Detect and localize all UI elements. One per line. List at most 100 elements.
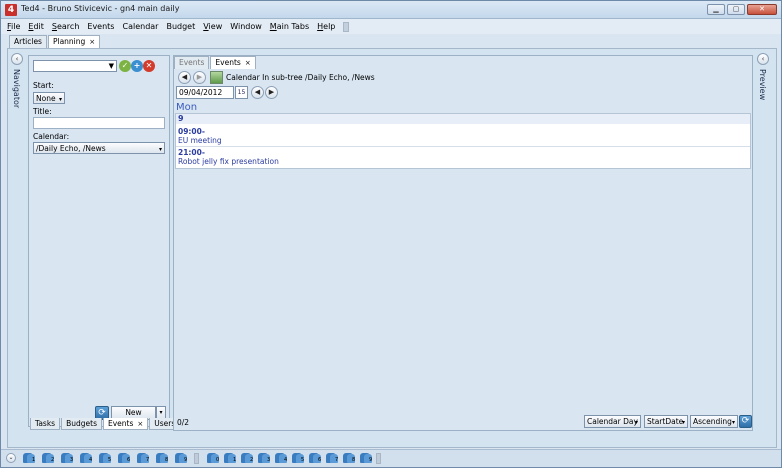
title-input[interactable] xyxy=(33,117,165,129)
event-divider xyxy=(176,146,750,147)
bottom-toolbar: ⌄ 1 2 3 4 5 6 7 8 9 0 1 2 3 4 5 6 7 8 9 xyxy=(1,449,781,467)
apply-icon[interactable]: ✓ xyxy=(119,60,131,72)
toolbar-group-button[interactable]: 5 xyxy=(99,452,113,464)
event-time[interactable]: 21:00- xyxy=(178,148,205,157)
result-count: 0/2 xyxy=(177,418,190,427)
saved-search-combo[interactable]: ▼ xyxy=(33,60,117,72)
toolbar-slot-number: 7 xyxy=(335,457,339,463)
add-icon[interactable]: + xyxy=(131,60,143,72)
date-input[interactable]: 09/04/2012 xyxy=(176,86,234,99)
refresh-list-button[interactable]: ⟳ xyxy=(739,415,752,428)
toolbar-chevron-icon[interactable]: ⌄ xyxy=(6,453,16,463)
menu-calendar[interactable]: Calendar xyxy=(122,22,158,31)
toolbar-group-number: 5 xyxy=(108,457,112,463)
tab-events-inactive[interactable]: Events xyxy=(174,56,210,69)
calendar-select[interactable]: /Daily Echo, /News ▾ xyxy=(33,142,165,154)
tab-budgets[interactable]: Budgets xyxy=(61,418,102,430)
toolbar-slot-button[interactable]: 4 xyxy=(275,452,289,464)
close-tab-icon[interactable]: × xyxy=(137,420,143,428)
maximize-button[interactable]: ▢ xyxy=(727,4,745,15)
toolbar-slot-button[interactable]: 8 xyxy=(343,452,357,464)
tab-articles[interactable]: Articles xyxy=(9,35,47,48)
remove-icon[interactable]: ✕ xyxy=(143,60,155,72)
app-window: 4 Ted4 - Bruno Stivicevic - gn4 main dai… xyxy=(0,0,782,468)
close-window-button[interactable]: ✕ xyxy=(747,4,777,15)
menu-main-tabs[interactable]: Main Tabs xyxy=(270,22,309,31)
window-title: Ted4 - Bruno Stivicevic - gn4 main daily xyxy=(21,4,180,13)
menu-search[interactable]: Search xyxy=(52,22,79,31)
app-logo-icon: 4 xyxy=(5,4,17,16)
title-label: Title: xyxy=(33,107,52,116)
events-calendar-panel: Events Events × ◀ ▶ Calendar In sub-tree … xyxy=(173,55,753,431)
day-events-list: 9 09:00- EU meeting 21:00- Robot jelly f… xyxy=(175,113,751,169)
calendar-icon[interactable] xyxy=(210,71,223,84)
toolbar-slot-number: 8 xyxy=(352,457,356,463)
toolbar-slot-button[interactable]: 6 xyxy=(309,452,323,464)
collapse-navigator-button[interactable]: ‹ xyxy=(11,53,23,65)
toolbar-grip[interactable] xyxy=(194,453,199,464)
toolbar-group-number: 4 xyxy=(89,457,93,463)
toolbar-group-button[interactable]: 6 xyxy=(118,452,132,464)
toolbar-group-number: 8 xyxy=(165,457,169,463)
collapse-preview-button[interactable]: ‹ xyxy=(757,53,769,65)
previous-day-button[interactable]: ◀ xyxy=(251,86,264,99)
sort-field-select[interactable]: StartDate ▾ xyxy=(644,415,688,428)
toolbar-slot-button[interactable]: 1 xyxy=(224,452,238,464)
chevron-down-icon: ▾ xyxy=(58,96,62,103)
tab-tasks[interactable]: Tasks xyxy=(30,418,61,430)
toolbar-group-button[interactable]: 3 xyxy=(61,452,75,464)
toolbar-group-button[interactable]: 4 xyxy=(80,452,94,464)
menu-help[interactable]: Help xyxy=(317,22,335,31)
toolbar-slot-button[interactable]: 5 xyxy=(292,452,306,464)
toolbar-group-button[interactable]: 7 xyxy=(137,452,151,464)
menu-events[interactable]: Events xyxy=(87,22,114,31)
preview-label[interactable]: Preview xyxy=(758,69,767,100)
toolbar-group-number: 6 xyxy=(127,457,131,463)
toolbar-grip[interactable] xyxy=(376,453,381,464)
toolbar-slot-number: 1 xyxy=(233,457,237,463)
menu-grip[interactable] xyxy=(343,21,350,32)
tab-planning[interactable]: Planning × xyxy=(47,35,101,48)
toolbar-slot-button[interactable]: 3 xyxy=(258,452,272,464)
event-title[interactable]: EU meeting xyxy=(178,136,222,145)
toolbar-slot-button[interactable]: 9 xyxy=(360,452,374,464)
close-tab-icon[interactable]: × xyxy=(245,59,251,67)
planning-workspace: ‹ Navigator ‹ Preview ▼ ✓ + ✕ Start: Non… xyxy=(7,48,777,448)
start-select[interactable]: None ▾ xyxy=(33,92,65,104)
view-mode-select[interactable]: Calendar Day ▾ xyxy=(584,415,641,428)
toolbar-slot-button[interactable]: 0 xyxy=(207,452,221,464)
toolbar-group-button[interactable]: 2 xyxy=(42,452,56,464)
toolbar-group-number: 2 xyxy=(51,457,55,463)
tab-events[interactable]: Events × xyxy=(103,418,149,430)
menu-bar: File Edit Search Events Calendar Budget … xyxy=(1,19,781,34)
menu-window[interactable]: Window xyxy=(230,22,262,31)
menu-edit[interactable]: Edit xyxy=(28,22,44,31)
chevron-down-icon: ▾ xyxy=(681,419,685,426)
menu-view[interactable]: View xyxy=(203,22,222,31)
event-title[interactable]: Robot jelly fix presentation xyxy=(178,157,279,166)
menu-budget[interactable]: Budget xyxy=(166,22,195,31)
toolbar-group-number: 3 xyxy=(70,457,74,463)
next-day-button[interactable]: ▶ xyxy=(265,86,278,99)
minimize-button[interactable]: ▁ xyxy=(707,4,725,15)
navigator-label[interactable]: Navigator xyxy=(12,69,21,108)
close-tab-icon[interactable]: × xyxy=(89,38,95,46)
toolbar-group-number: 1 xyxy=(32,457,36,463)
toolbar-slot-number: 0 xyxy=(216,457,220,463)
toolbar-slot-button[interactable]: 2 xyxy=(241,452,255,464)
toolbar-group-button[interactable]: 1 xyxy=(23,452,37,464)
sort-order-select[interactable]: Ascending ▾ xyxy=(690,415,738,428)
event-time[interactable]: 09:00- xyxy=(178,127,205,136)
menu-file[interactable]: File xyxy=(7,22,20,31)
toolbar-group-button[interactable]: 9 xyxy=(175,452,189,464)
toolbar-slot-button[interactable]: 7 xyxy=(326,452,340,464)
back-button[interactable]: ◀ xyxy=(178,71,191,84)
title-bar: 4 Ted4 - Bruno Stivicevic - gn4 main dai… xyxy=(1,1,781,19)
document-tabs: Articles Planning × xyxy=(9,35,101,48)
date-picker-icon[interactable]: 15 xyxy=(235,86,248,99)
forward-button[interactable]: ▶ xyxy=(193,71,206,84)
tab-events-active[interactable]: Events × xyxy=(210,56,256,69)
toolbar-group-button[interactable]: 8 xyxy=(156,452,170,464)
day-number: 9 xyxy=(176,114,750,124)
toolbar-group-number: 9 xyxy=(184,457,188,463)
